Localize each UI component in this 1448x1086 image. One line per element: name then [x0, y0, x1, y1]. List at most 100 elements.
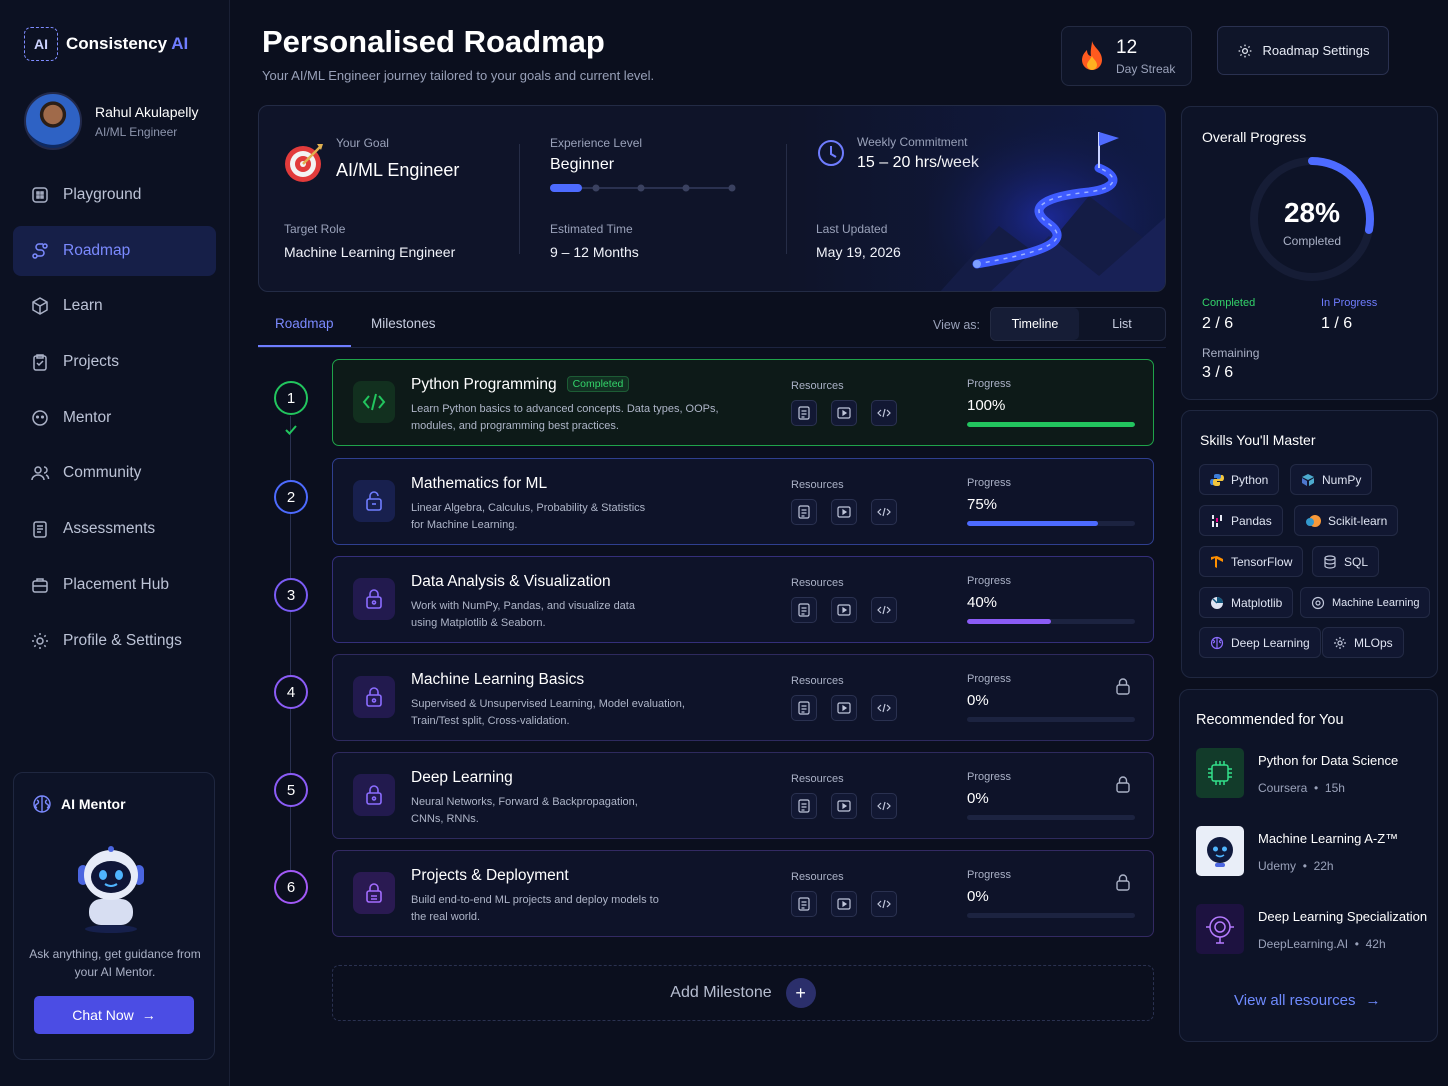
video-icon[interactable]	[831, 597, 857, 623]
sidebar-item-profile-settings[interactable]: Profile & Settings	[13, 616, 216, 666]
sidebar-item-placement-hub[interactable]: Placement Hub	[13, 560, 216, 610]
code-icon[interactable]	[871, 499, 897, 525]
resources-label: Resources	[791, 479, 844, 491]
document-icon[interactable]	[791, 499, 817, 525]
document-icon[interactable]	[791, 695, 817, 721]
add-milestone-button[interactable]: Add Milestone +	[332, 965, 1154, 1021]
video-icon[interactable]	[831, 891, 857, 917]
recommended-item[interactable]: Deep Learning Specialization DeepLearnin…	[1196, 904, 1427, 954]
recommended-item[interactable]: Python for Data Science Coursera • 15h	[1196, 748, 1398, 798]
resources-label: Resources	[791, 773, 844, 785]
document-icon[interactable]	[791, 400, 817, 426]
milestone-title: Data Analysis & Visualization	[411, 573, 611, 590]
sidebar-item-learn[interactable]: Learn	[13, 281, 216, 331]
resource-icons	[791, 597, 897, 623]
user-profile[interactable]: Rahul Akulapelly AI/ML Engineer	[24, 92, 199, 150]
skill-mlops[interactable]: MLOps	[1322, 627, 1404, 658]
progress-label: Progress	[967, 673, 1012, 685]
skill-pandas[interactable]: Pandas	[1199, 505, 1283, 536]
sidebar-item-assessments[interactable]: Assessments	[13, 504, 216, 554]
sidebar-item-mentor[interactable]: Mentor	[13, 393, 216, 443]
brand[interactable]: AI Consistency AI	[24, 27, 188, 61]
skill-deep-learning[interactable]: Deep Learning	[1199, 627, 1321, 658]
skill-label: Machine Learning	[1332, 596, 1420, 609]
course-meta: DeepLearning.AI • 42h	[1258, 937, 1427, 951]
milestone-card-data-analysis[interactable]: Data Analysis & Visualization Work with …	[332, 556, 1154, 643]
milestone-card-python[interactable]: Python Programming Completed Learn Python…	[332, 359, 1154, 446]
skill-matplotlib[interactable]: Matplotlib	[1199, 587, 1294, 618]
sidebar-item-playground[interactable]: Playground	[13, 170, 216, 220]
view-list-button[interactable]: List	[1079, 308, 1165, 340]
sidebar-item-projects[interactable]: Projects	[13, 337, 216, 387]
code-icon[interactable]	[871, 597, 897, 623]
document-icon[interactable]	[791, 891, 817, 917]
experience-value: Beginner	[550, 156, 615, 173]
milestone-card-deep-learning[interactable]: Deep Learning Neural Networks, Forward &…	[332, 752, 1154, 839]
skill-label: MLOps	[1354, 635, 1393, 650]
video-icon[interactable]	[831, 400, 857, 426]
progress-value: 0%	[967, 790, 989, 807]
clipboard-icon	[33, 354, 47, 371]
document-icon[interactable]	[791, 597, 817, 623]
video-icon[interactable]	[831, 499, 857, 525]
course-name: Python for Data Science	[1258, 753, 1399, 768]
sidebar-item-community[interactable]: Community	[13, 448, 216, 498]
sidebar-item-label: Mentor	[63, 408, 112, 426]
progress-bar	[967, 815, 1135, 820]
code-icon[interactable]	[871, 695, 897, 721]
in-progress-label: In Progress	[1321, 297, 1378, 309]
sidebar-item-roadmap[interactable]: Roadmap	[13, 225, 216, 276]
brand-logo-icon: AI	[24, 27, 58, 61]
skills-title: Skills You'll Master	[1200, 432, 1316, 448]
overall-percent: 28%	[1283, 197, 1341, 228]
video-icon[interactable]	[831, 695, 857, 721]
neural-network-icon	[1210, 636, 1224, 649]
document-icon[interactable]	[791, 793, 817, 819]
progress-bar	[967, 521, 1135, 526]
roadmap-settings-button[interactable]: Roadmap Settings	[1217, 26, 1389, 75]
skill-numpy[interactable]: NumPy	[1290, 464, 1373, 495]
skill-tensorflow[interactable]: TensorFlow	[1199, 546, 1304, 577]
code-icon[interactable]	[871, 793, 897, 819]
view-timeline-button[interactable]: Timeline	[991, 308, 1079, 340]
sidebar-nav: Playground Roadmap Learn Projects Mentor…	[13, 170, 216, 671]
view-toggle: Timeline List	[990, 307, 1166, 341]
tensorflow-icon	[1211, 555, 1223, 568]
code-icon[interactable]	[871, 400, 897, 426]
ai-mentor-header: AI Mentor	[32, 794, 126, 814]
course-provider: DeepLearning.AI	[1258, 937, 1349, 951]
milestone-title: Mathematics for ML	[411, 475, 548, 492]
roadmap-tabs: Roadmap Milestones View as: Timeline Lis…	[258, 306, 1166, 348]
milestone-card-projects-deployment[interactable]: Projects & Deployment Build end-to-end M…	[332, 850, 1154, 937]
arrow-right-icon: →	[1365, 992, 1381, 1009]
video-icon[interactable]	[831, 793, 857, 819]
tab-roadmap[interactable]: Roadmap	[275, 316, 334, 331]
playground-icon	[32, 187, 48, 203]
pandas-icon	[1212, 514, 1222, 527]
recommended-item[interactable]: Machine Learning A-Z™ Udemy • 22h	[1196, 826, 1398, 876]
skill-sql[interactable]: SQL	[1312, 546, 1380, 577]
skill-machine-learning[interactable]: Machine Learning	[1300, 587, 1431, 618]
in-progress-value: 1 / 6	[1321, 315, 1353, 332]
course-duration: 15h	[1324, 781, 1345, 795]
skill-label: Deep Learning	[1231, 635, 1310, 650]
view-all-resources-link[interactable]: View all resources →	[1234, 992, 1380, 1009]
code-icon[interactable]	[871, 891, 897, 917]
milestone-card-ml-basics[interactable]: Machine Learning Basics Supervised & Uns…	[332, 654, 1154, 741]
progress-label: Progress	[967, 869, 1012, 881]
roadmap-settings-label: Roadmap Settings	[1262, 43, 1370, 58]
skill-scikit-learn[interactable]: Scikit-learn	[1294, 505, 1399, 536]
skill-python[interactable]: Python	[1199, 464, 1280, 495]
step-marker-6: 6	[274, 870, 308, 904]
overall-progress-title: Overall Progress	[1202, 129, 1307, 145]
resources-label: Resources	[791, 577, 844, 589]
goal-label: Your Goal	[336, 136, 389, 150]
milestone-card-mathematics[interactable]: Mathematics for ML Linear Algebra, Calcu…	[332, 458, 1154, 545]
tab-milestones[interactable]: Milestones	[371, 316, 436, 331]
divider	[519, 144, 520, 254]
progress-label: Progress	[967, 771, 1012, 783]
milestone-description: Learn Python basics to advanced concepts…	[411, 403, 719, 432]
scikit-learn-icon	[1306, 514, 1321, 527]
chat-now-button[interactable]: Chat Now →	[34, 996, 194, 1034]
resources-label: Resources	[791, 871, 844, 883]
